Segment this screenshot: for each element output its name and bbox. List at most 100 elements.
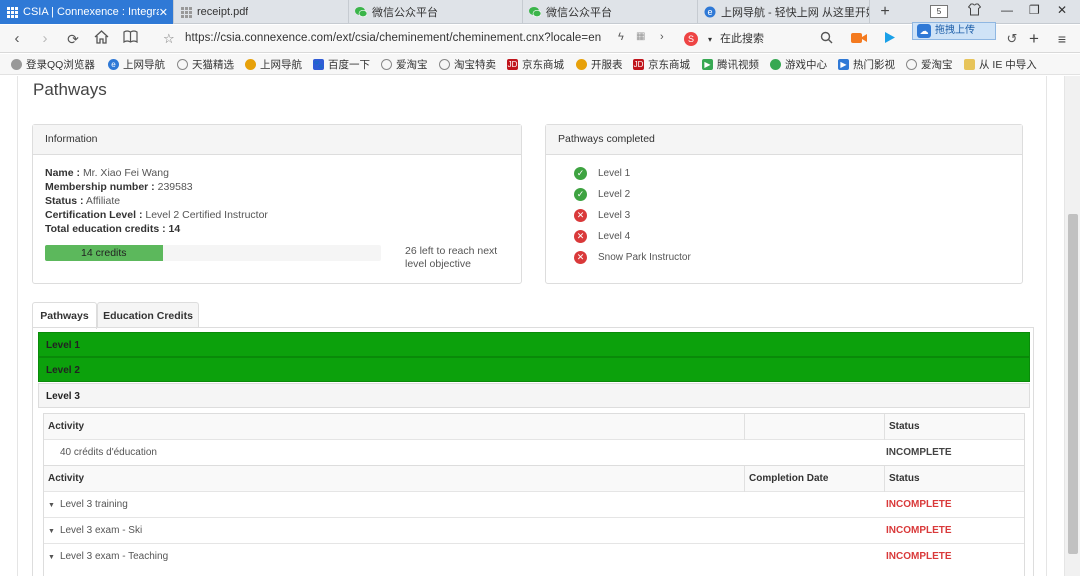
close-icon[interactable]: ✕ [159,6,168,19]
bookmark-item[interactable]: 开服表 [576,57,623,72]
table-row[interactable]: ▼ Level 3 training INCOMPLETE [44,492,1024,518]
maximize-icon[interactable]: ❐ [1029,3,1040,17]
close-window-icon[interactable]: ✕ [1057,3,1067,17]
activity-cell: ▼ Level 3 training [44,492,128,518]
scrollbar-thumb[interactable] [1068,214,1078,554]
bookmark-item[interactable]: 淘宝特卖 [439,57,496,72]
pathway-item-level-2: ✓ Level 2 [574,188,630,201]
tab-pathways[interactable]: Pathways [32,302,97,329]
ie-icon: e [704,6,716,18]
forward-arrow-icon[interactable]: › [36,30,54,48]
video-camera-icon[interactable] [851,31,867,47]
url-field[interactable]: https://csia.connexence.com/ext/csia/che… [185,32,601,44]
back-arrow-icon[interactable]: ‹ [8,30,26,48]
browser-tab-wechat-1[interactable]: 微信公众平台 [349,0,523,24]
bookmark-item[interactable]: 从 IE 中导入 [964,57,1037,72]
play-icon: ▶ [838,59,849,70]
info-status-value: Affiliate [85,195,121,207]
bookmark-item[interactable]: 登录QQ浏览器 [11,57,95,72]
reader-book-icon[interactable] [121,30,139,48]
drag-upload-popup[interactable]: ☁ 拖拽上传 [912,22,996,40]
bookmark-item[interactable]: 游戏中心 [770,57,827,72]
browser-tab-bar: CSIA | Connexence : Integrate ✕ receipt.… [0,0,1080,24]
level-row-1[interactable]: Level 1 [38,332,1030,357]
page-title: Pathways [33,80,107,99]
svg-text:e: e [707,7,712,17]
wechat-icon [355,6,367,18]
bookmark-item[interactable]: ▶ 热门影视 [838,57,895,72]
level-3-activity-table: Activity Completion Date Status ▼ Level 3… [43,465,1025,576]
minimize-icon[interactable]: — [1001,3,1013,17]
bookmark-item[interactable]: 天猫精选 [177,57,234,72]
pathways-completed-heading: Pathways completed [546,125,1022,155]
info-membership: Membership number : 239583 [45,181,193,193]
user-icon [11,59,22,70]
table-row[interactable]: ▼ Level 3 exam - Teaching INCOMPLETE [44,544,1024,570]
info-status-label: Status : [45,195,84,207]
url-domain: csia.connexence.com [220,32,333,44]
column-header-activity: Activity [48,421,85,432]
browser-tab-navigation[interactable]: e 上网导航 - 轻快上网 从这里开始 [698,0,870,24]
level-row-3[interactable]: Level 3 [38,383,1030,408]
status-cell: INCOMPLETE [886,499,952,510]
pathway-item-label: Level 4 [598,231,631,242]
table-row[interactable]: ▼ Level 3 exam - Ski INCOMPLETE [44,518,1024,544]
caret-down-icon[interactable]: ▼ [48,493,55,519]
table-header-row: Activity Status [44,414,1024,440]
magnifier-icon[interactable] [818,31,834,47]
pathway-item-label: Snow Park Instructor [598,252,691,263]
bookmark-item[interactable]: ▶ 腾讯视频 [702,57,759,72]
gamepad-icon [770,59,781,70]
caret-down-icon[interactable]: ▼ [48,519,55,545]
completion-date-cell [745,492,749,518]
bookmark-item[interactable]: 🐾 百度一下 [313,57,370,72]
tab-count-badge[interactable]: 5 [930,5,948,18]
activity-cell: ▼ Level 3 exam - Ski [44,518,142,544]
bookmark-item[interactable]: JD 京东商城 [633,57,690,72]
pathway-item-label: Level 1 [598,168,631,179]
history-icon[interactable]: ↺ [1004,31,1020,47]
play-icon[interactable] [882,31,898,47]
upload-popup-label: 拖拽上传 [935,25,975,36]
search-box[interactable]: S ▾ 在此搜索 [684,29,839,49]
browser-tab-receipt[interactable]: receipt.pdf [174,0,349,24]
chevron-right-icon[interactable]: › [660,31,664,43]
grid-icon [6,6,18,18]
activity-label: Level 3 exam - Teaching [59,551,169,562]
bookmark-item[interactable]: JD 京东商城 [507,57,564,72]
tab-education-credits[interactable]: Education Credits [97,302,199,328]
status-cell: INCOMPLETE [886,551,952,562]
browser-tab-label: 微信公众平台 [546,7,612,19]
pathway-item-level-1: ✓ Level 1 [574,167,630,180]
browser-tab-csia[interactable]: CSIA | Connexence : Integrate ✕ [0,0,174,24]
bookmark-item[interactable]: e 上网导航 [108,57,165,72]
shirt-icon[interactable] [967,3,982,19]
caret-down-icon[interactable]: ▼ [48,545,55,571]
page-content: Pathways Information Name : Mr. Xiao Fei… [0,76,1064,576]
info-cert-value: Level 2 Certified Instructor [145,209,268,221]
column-header-status: Status [889,473,920,484]
reload-icon[interactable]: ⟳ [64,30,82,48]
browser-tab-wechat-2[interactable]: 微信公众平台 [523,0,698,24]
qr-code-icon[interactable]: ▦ [636,31,645,42]
divider [17,76,18,576]
home-icon[interactable] [92,30,110,48]
lightning-icon[interactable]: ϟ [618,31,624,43]
column-header-activity: Activity [48,473,85,484]
info-credits: Total education credits : 14 [45,223,180,235]
bookmark-item[interactable]: 爱淘宝 [906,57,953,72]
bookmark-item[interactable]: 爱淘宝 [381,57,428,72]
add-icon[interactable]: + [1026,30,1042,47]
page-scrollbar[interactable] [1064,76,1080,576]
level-row-2[interactable]: Level 2 [38,357,1030,382]
bookmark-star-icon[interactable]: ☆ [163,31,175,47]
pathways-completed-panel: Pathways completed ✓ Level 1 ✓ Level 2 ✕ Le… [545,124,1023,284]
bookmark-label: 游戏中心 [785,59,827,71]
new-tab-button[interactable]: + [876,2,894,22]
info-status: Status : Affiliate [45,195,120,207]
menu-icon[interactable]: ≡ [1054,31,1070,47]
check-circle-icon: ✓ [574,167,587,180]
bookmark-item[interactable]: 上网导航 [245,57,302,72]
check-circle-icon: ✓ [574,188,587,201]
globe-icon [177,59,188,70]
